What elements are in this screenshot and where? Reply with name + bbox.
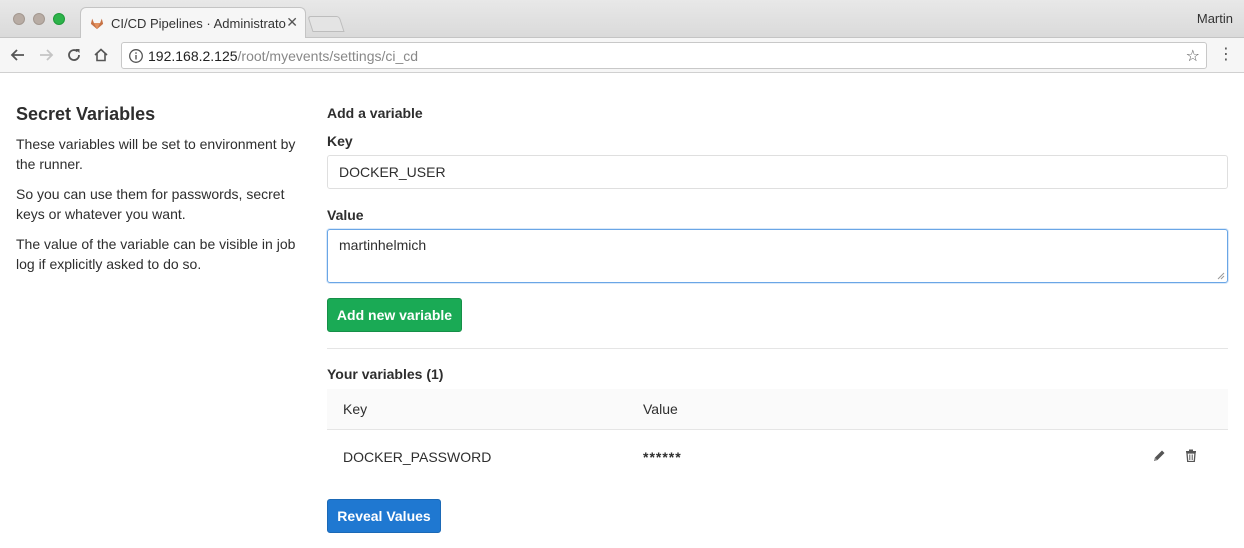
your-variables-heading: Your variables (1) bbox=[327, 366, 444, 382]
url-host: 192.168.2.125 bbox=[148, 48, 238, 64]
tab-title: CI/CD Pipelines · Administrator bbox=[111, 16, 286, 31]
forward-button[interactable] bbox=[36, 45, 56, 65]
pencil-icon bbox=[1153, 450, 1164, 461]
secret-variables-description: Secret Variables These variables will be… bbox=[16, 104, 306, 284]
resize-grip-icon[interactable] bbox=[1217, 272, 1225, 280]
star-icon[interactable]: ☆ bbox=[1186, 46, 1200, 66]
new-tab-button[interactable] bbox=[307, 16, 345, 32]
table-header: Key Value bbox=[327, 389, 1228, 430]
trash-icon bbox=[1186, 449, 1196, 462]
edit-variable-button[interactable] bbox=[1151, 447, 1167, 463]
column-header-value: Value bbox=[643, 401, 678, 417]
profile-name[interactable]: Martin bbox=[1197, 11, 1233, 26]
browser-toolbar: 192.168.2.125/root/myevents/settings/ci_… bbox=[0, 38, 1244, 73]
section-title: Secret Variables bbox=[16, 104, 156, 124]
value-label: Value bbox=[327, 207, 364, 223]
tab-close-icon[interactable]: ✕ bbox=[286, 14, 298, 31]
gitlab-favicon-icon bbox=[90, 18, 104, 30]
url-text: 192.168.2.125/root/myevents/settings/ci_… bbox=[148, 48, 418, 64]
reveal-values-button[interactable]: Reveal Values bbox=[327, 499, 441, 533]
key-label: Key bbox=[327, 133, 353, 149]
browser-tab[interactable]: CI/CD Pipelines · Administrator ✕ bbox=[80, 7, 306, 38]
forward-arrow-icon bbox=[40, 49, 54, 61]
add-variable-heading: Add a variable bbox=[327, 105, 423, 121]
minimize-window-button[interactable] bbox=[33, 13, 45, 25]
reload-button[interactable] bbox=[64, 45, 84, 65]
variable-key: DOCKER_PASSWORD bbox=[343, 449, 492, 465]
home-icon bbox=[94, 48, 108, 62]
description-paragraph: So you can use them for passwords, secre… bbox=[16, 186, 285, 222]
url-path: /root/myevents/settings/ci_cd bbox=[237, 48, 419, 64]
home-button[interactable] bbox=[91, 45, 111, 65]
address-bar[interactable]: 192.168.2.125/root/myevents/settings/ci_… bbox=[121, 42, 1207, 69]
kebab-menu-icon[interactable]: ⋮ bbox=[1218, 47, 1234, 63]
back-arrow-icon bbox=[10, 49, 24, 61]
reload-icon bbox=[68, 49, 80, 61]
description-paragraph: The value of the variable can be visible… bbox=[16, 236, 296, 272]
column-header-key: Key bbox=[343, 401, 368, 417]
section-divider bbox=[327, 348, 1228, 349]
info-icon[interactable] bbox=[128, 48, 144, 64]
value-textarea[interactable]: martinhelmich bbox=[327, 229, 1228, 283]
key-input[interactable]: DOCKER_USER bbox=[327, 155, 1228, 189]
variable-value: ****** bbox=[643, 449, 682, 465]
close-window-button[interactable] bbox=[13, 13, 25, 25]
description-paragraph: These variables will be set to environme… bbox=[16, 136, 296, 172]
delete-variable-button[interactable] bbox=[1183, 447, 1199, 463]
value-text: martinhelmich bbox=[339, 237, 427, 253]
variables-table: Key Value DOCKER_PASSWORD ****** bbox=[327, 389, 1228, 482]
window-titlebar: CI/CD Pipelines · Administrator ✕ Martin bbox=[0, 0, 1244, 38]
table-row: DOCKER_PASSWORD ****** bbox=[327, 430, 1228, 482]
back-button[interactable] bbox=[8, 45, 28, 65]
zoom-window-button[interactable] bbox=[53, 13, 65, 25]
add-new-variable-button[interactable]: Add new variable bbox=[327, 298, 462, 332]
